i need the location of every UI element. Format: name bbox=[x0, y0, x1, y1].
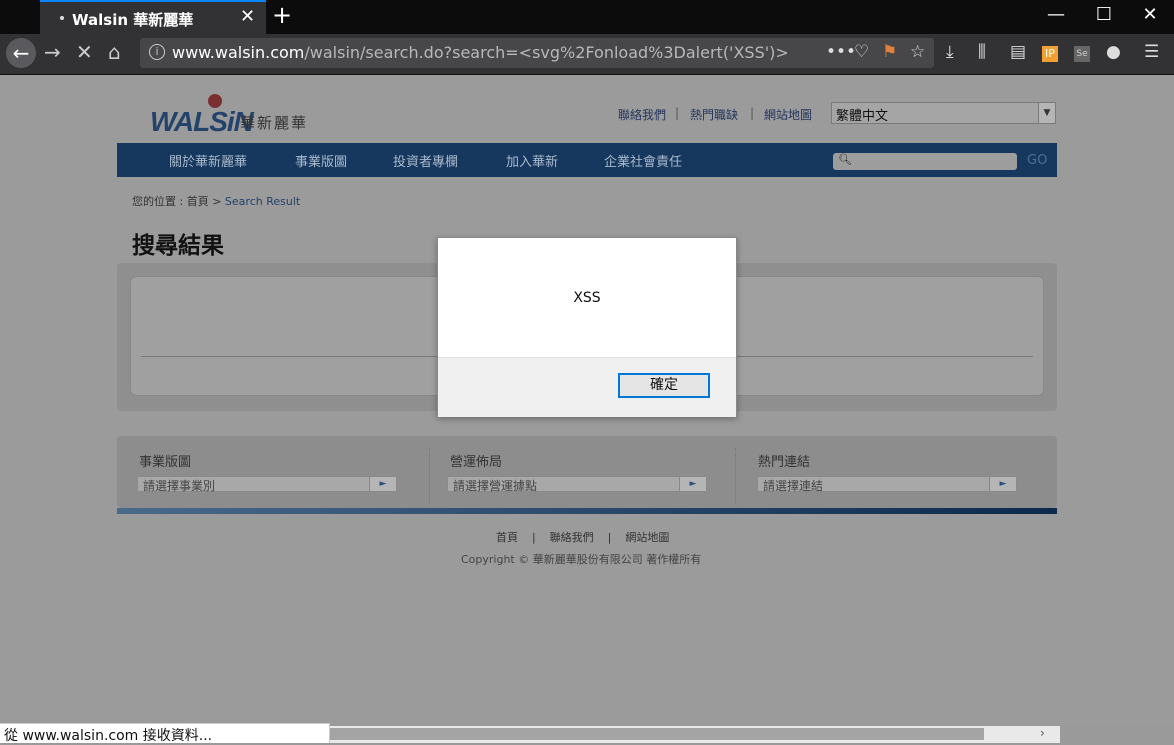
stop-icon[interactable]: ✕ bbox=[76, 40, 93, 64]
home-icon[interactable]: ⌂ bbox=[108, 40, 121, 64]
footer-links[interactable]: 首頁 | 聯絡我們 | 網站地圖 bbox=[496, 529, 669, 545]
arrow-right-icon[interactable]: ► bbox=[679, 477, 706, 491]
url-text[interactable]: www.walsin.com/walsin/search.do?search=<… bbox=[172, 43, 792, 62]
arrow-right-icon[interactable]: ► bbox=[989, 477, 1016, 491]
language-select[interactable]: 繁體中文 ▼ bbox=[831, 102, 1056, 124]
search-go-button[interactable]: GO bbox=[1027, 153, 1047, 168]
status-text: 從 www.walsin.com 接收資料... bbox=[4, 728, 213, 744]
breadcrumb: 您的位置 : 首頁 > Search Result bbox=[132, 195, 301, 208]
footer-col-title: 事業版圖 bbox=[139, 455, 192, 470]
minimize-button[interactable]: — bbox=[1036, 4, 1076, 25]
extension-puzzle-icon[interactable]: ● bbox=[1106, 42, 1121, 62]
location-select[interactable]: 請選擇營運據點 ► bbox=[447, 476, 707, 493]
chevron-down-icon[interactable]: ▼ bbox=[1038, 103, 1055, 123]
arrow-right-icon[interactable]: ► bbox=[369, 477, 396, 491]
alert-footer: 確定 bbox=[438, 357, 736, 417]
footer-col-title: 營運佈局 bbox=[450, 455, 503, 470]
copyright: Copyright © 華新麗華股份有限公司 著作權所有 bbox=[461, 553, 702, 566]
status-bar: 從 www.walsin.com 接收資料... bbox=[0, 723, 330, 744]
horizontal-scrollbar[interactable] bbox=[330, 726, 1060, 743]
divider bbox=[735, 448, 736, 504]
walsin-logo[interactable]: WALSiN bbox=[150, 106, 254, 138]
hot-links-select[interactable]: 請選擇連結 ► bbox=[757, 476, 1017, 493]
nav-csr[interactable]: 企業社會責任 bbox=[604, 151, 682, 170]
divider: | bbox=[750, 106, 755, 120]
tab-title: Walsin 華新麗華 bbox=[72, 11, 194, 29]
forward-icon[interactable]: → bbox=[44, 40, 61, 64]
ip-extension-icon[interactable]: IP bbox=[1042, 46, 1058, 62]
browser-tab[interactable]: Walsin 華新麗華 ✕ bbox=[40, 0, 266, 34]
divider: | bbox=[675, 106, 680, 120]
footer-bar bbox=[117, 508, 1057, 514]
logo-chinese-name: 華新麗華 bbox=[240, 114, 309, 132]
breadcrumb-current[interactable]: Search Result bbox=[225, 195, 300, 208]
sitemap-link[interactable]: 網站地圖 bbox=[764, 106, 812, 123]
search-icon: 🔍︎ bbox=[838, 153, 852, 166]
nav-business[interactable]: 事業版圖 bbox=[295, 151, 347, 170]
library-icon[interactable]: ⫼ bbox=[978, 42, 986, 62]
main-nav: 關於華新麗華 事業版圖 投資者專欄 加入華新 企業社會責任 🔍︎ GO bbox=[117, 143, 1057, 177]
business-select[interactable]: 請選擇事業別 ► bbox=[137, 476, 397, 493]
scrollbar-thumb[interactable] bbox=[330, 728, 984, 740]
new-tab-button[interactable]: + bbox=[272, 1, 292, 29]
nav-about[interactable]: 關於華新麗華 bbox=[169, 151, 247, 170]
maximize-button[interactable]: ☐ bbox=[1084, 4, 1124, 25]
address-bar[interactable]: i www.walsin.com/walsin/search.do?search… bbox=[140, 38, 934, 68]
logo-mark-icon bbox=[208, 94, 222, 108]
footer-quick-links: 事業版圖 請選擇事業別 ► 營運佈局 請選擇營運據點 ► 熱門連結 請選擇連結 … bbox=[117, 436, 1057, 508]
info-icon[interactable]: i bbox=[149, 44, 165, 60]
close-window-button[interactable]: ✕ bbox=[1130, 4, 1170, 25]
ok-button[interactable]: 確定 bbox=[618, 373, 710, 398]
footer-col-title: 熱門連結 bbox=[758, 455, 811, 470]
tab-bar: Walsin 華新麗華 ✕ + — ☐ ✕ bbox=[0, 0, 1174, 34]
close-tab-icon[interactable]: ✕ bbox=[240, 6, 255, 27]
menu-icon[interactable]: ☰ bbox=[1144, 42, 1159, 62]
language-value: 繁體中文 bbox=[836, 109, 889, 124]
alert-dialog: XSS 確定 bbox=[437, 237, 737, 417]
navigation-toolbar: ← → ✕ ⌂ i www.walsin.com/walsin/search.d… bbox=[0, 34, 1174, 75]
se-extension-icon[interactable]: Se bbox=[1074, 46, 1090, 62]
sidebar-icon[interactable]: ▤ bbox=[1010, 42, 1026, 62]
loading-icon bbox=[60, 16, 64, 20]
site-search-input[interactable]: 🔍︎ bbox=[833, 153, 1017, 170]
nav-investors[interactable]: 投資者專欄 bbox=[393, 151, 458, 170]
contact-us-link[interactable]: 聯絡我們 bbox=[618, 106, 666, 123]
back-button[interactable]: ← bbox=[6, 38, 36, 68]
pocket-icon[interactable]: ♡ bbox=[854, 42, 869, 62]
extension-icon[interactable]: ⚑ bbox=[882, 42, 897, 62]
page-title: 搜尋結果 bbox=[132, 233, 224, 259]
scroll-right-icon[interactable]: › bbox=[1040, 726, 1045, 740]
divider bbox=[429, 448, 430, 504]
hot-jobs-link[interactable]: 熱門職缺 bbox=[690, 106, 738, 123]
page-actions-icon[interactable]: ••• bbox=[826, 42, 856, 62]
nav-careers[interactable]: 加入華新 bbox=[506, 151, 558, 170]
bookmark-star-icon[interactable]: ☆ bbox=[910, 42, 925, 62]
downloads-icon[interactable]: ⤓ bbox=[946, 42, 954, 62]
alert-message: XSS bbox=[573, 290, 601, 306]
